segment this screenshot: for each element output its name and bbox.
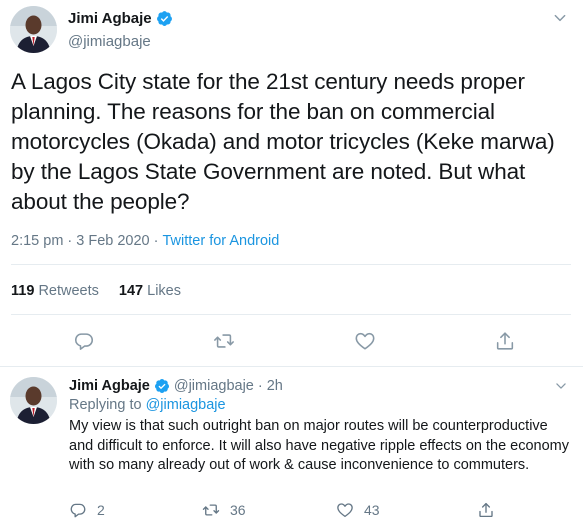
replying-to-line: Replying to @jimiagbaje: [69, 397, 226, 413]
divider: [11, 264, 571, 265]
avatar-image: [10, 377, 57, 424]
divider: [11, 314, 571, 315]
tweet-text: A Lagos City state for the 21st century …: [11, 69, 561, 214]
reply-icon[interactable]: [73, 330, 95, 352]
tweet-meta: 2:15 pm · 3 Feb 2020 · Twitter for Andro…: [11, 233, 279, 249]
author-row: Jimi Agbaje: [68, 10, 173, 27]
verified-badge-icon: [154, 379, 169, 393]
like-icon: [337, 503, 353, 518]
retweet-icon: [202, 504, 220, 516]
reply-author-handle[interactable]: @jimiagbaje: [174, 378, 254, 394]
retweet-icon[interactable]: [213, 330, 235, 352]
avatar[interactable]: [10, 377, 57, 424]
author-display-name[interactable]: Jimi Agbaje: [68, 10, 152, 27]
like-icon[interactable]: [354, 330, 376, 352]
retweet-count: 36: [230, 502, 246, 518]
likes-label: Likes: [147, 283, 181, 299]
meta-separator: ·: [257, 378, 263, 394]
avatar[interactable]: [10, 6, 57, 53]
share-icon: [479, 502, 493, 518]
engagement-stats: 119 Retweets 147 Likes: [11, 283, 181, 299]
likes-stat[interactable]: 147 Likes: [119, 283, 181, 299]
meta-separator: ·: [67, 233, 73, 249]
share-icon[interactable]: [494, 330, 516, 352]
tweet-time[interactable]: 2:15 pm: [11, 233, 63, 249]
likes-count: 147: [118, 283, 144, 299]
reply-tweet[interactable]: Jimi Agbaje @jimiagbaje · 2h Replying to…: [0, 367, 583, 531]
retweets-label: Retweets: [38, 283, 99, 299]
reply-retweet-button[interactable]: 36: [202, 501, 246, 519]
reply-actions: 2 36 43: [0, 501, 583, 523]
tweet-actions: [0, 330, 583, 354]
replying-to-label: Replying to: [69, 397, 142, 413]
reply-icon: [70, 503, 86, 518]
main-tweet: Jimi Agbaje @jimiagbaje A Lagos City sta…: [0, 0, 583, 320]
author-handle[interactable]: @jimiagbaje: [68, 33, 151, 50]
replying-to-mention[interactable]: @jimiagbaje: [146, 397, 226, 413]
reply-reply-button[interactable]: 2: [69, 501, 105, 519]
reply-author-row: Jimi Agbaje @jimiagbaje · 2h: [69, 378, 283, 394]
retweets-count: 119: [11, 283, 35, 299]
avatar-image: [10, 6, 57, 53]
reply-share-button[interactable]: [477, 501, 495, 519]
reply-like-button[interactable]: 43: [336, 501, 380, 519]
reply-text: My view is that such outright ban on maj…: [69, 418, 570, 473]
verified-badge-icon: [156, 11, 172, 26]
reply-count: 2: [97, 502, 105, 518]
tweet-source-link[interactable]: Twitter for Android: [162, 233, 279, 249]
like-count: 43: [364, 502, 380, 518]
meta-separator: ·: [153, 233, 159, 249]
chevron-down-icon[interactable]: [552, 10, 568, 26]
retweets-stat[interactable]: 119 Retweets: [11, 283, 99, 299]
reply-author-display-name[interactable]: Jimi Agbaje: [69, 378, 150, 394]
reply-age[interactable]: 2h: [267, 378, 283, 394]
tweet-date[interactable]: 3 Feb 2020: [76, 233, 149, 249]
chevron-down-icon[interactable]: [554, 379, 568, 393]
